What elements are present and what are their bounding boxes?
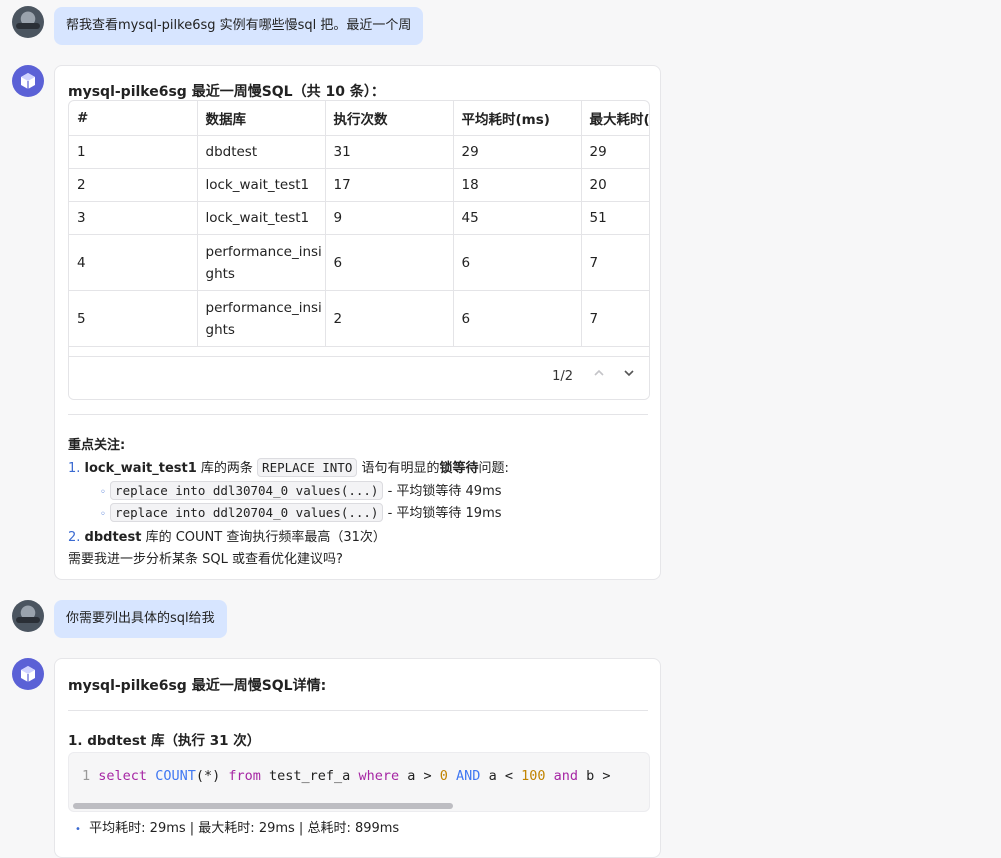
text: 库的 COUNT 查询执行频率最高（31次） (141, 530, 386, 545)
code-token: 100 (521, 768, 546, 784)
user-message: 你需要列出具体的sql给我 (54, 600, 227, 638)
table-pager: 1/2 (69, 356, 649, 399)
code-token: (*) (195, 768, 221, 784)
inline-code: REPLACE INTO (257, 458, 358, 477)
table-cell: performance_insi ghts (197, 290, 326, 347)
table-cell: 1 (69, 135, 198, 169)
col-header: 平均耗时(ms) (453, 101, 582, 136)
db-name: lock_wait_test1 (84, 461, 197, 476)
table-cell: 31 (325, 135, 454, 169)
table-cell: 6 (453, 290, 582, 347)
table-cell: 4 (69, 234, 198, 291)
bot-avatar (12, 65, 44, 97)
bot-avatar (12, 658, 44, 690)
table-row: 2 lock_wait_test1 17 18 20 (69, 168, 649, 202)
bot-message-title: mysql-pilke6sg 最近一周慢SQL（共 10 条）： (68, 84, 385, 100)
code-token: 0 (439, 768, 448, 784)
code-token: where (358, 768, 400, 784)
text: 库的两条 (196, 461, 258, 476)
inline-code: replace into ddl20704_0 values(...) (110, 503, 384, 522)
table-cell: lock_wait_test1 (197, 201, 326, 235)
code-token: COUNT (155, 768, 196, 784)
user-avatar (12, 6, 44, 38)
horizontal-scrollbar[interactable] (73, 803, 453, 809)
sub-point-1: ◦ replace into ddl30704_0 values(...) - … (100, 481, 502, 500)
focus-heading: 重点关注: (68, 438, 126, 453)
table-cell: dbdtest (197, 135, 326, 169)
divider (68, 710, 648, 711)
focus-point-1: 1. lock_wait_test1 库的两条 REPLACE INTO 语句有… (68, 457, 509, 477)
table-cell: 17 (325, 168, 454, 202)
sub-point-2: ◦ replace into ddl20704_0 values(...) - … (100, 503, 502, 522)
list-index: 1. (68, 461, 81, 476)
table-cell: 29 (581, 135, 649, 169)
cube-icon (21, 73, 35, 89)
user-avatar (12, 600, 44, 632)
sql-stats: • 平均耗时: 29ms | 最大耗时: 29ms | 总耗时: 899ms (75, 821, 400, 836)
table-cell: 5 (69, 290, 198, 347)
table-cell: 29 (453, 135, 582, 169)
table-cell: 3 (69, 201, 198, 235)
table-cell: 2 (325, 290, 454, 347)
user-message: 帮我查看mysql-pilke6sg 实例有哪些慢sql 把。最近一个周 (54, 7, 424, 45)
stats-text: 平均耗时: 29ms | 最大耗时: 29ms | 总耗时: 899ms (89, 821, 400, 836)
text: - 平均锁等待 19ms (383, 506, 502, 521)
code-line: 1 select COUNT(*) from test_ref_a where … (82, 768, 611, 784)
page-indicator: 1/2 (552, 369, 573, 384)
chevron-down-icon[interactable] (623, 367, 635, 383)
table-row: 3 lock_wait_test1 9 45 51 (69, 201, 649, 235)
sql-code-block[interactable]: 1 select COUNT(*) from test_ref_a where … (68, 752, 650, 812)
table-cell: performance_insi ghts (197, 234, 326, 291)
inline-code: replace into ddl30704_0 values(...) (110, 481, 384, 500)
bot-message-title: mysql-pilke6sg 最近一周慢SQL详情: (68, 678, 327, 694)
table-cell: 7 (581, 290, 649, 347)
focus-point-2: 2. dbdtest 库的 COUNT 查询执行频率最高（31次） (68, 526, 386, 545)
code-token: select (98, 768, 148, 784)
col-header: # (69, 101, 198, 136)
bot-message-card: mysql-pilke6sg 最近一周慢SQL（共 10 条）： # 数据库 执… (54, 65, 661, 580)
table-cell: 7 (581, 234, 649, 291)
list-index: 2. (68, 530, 81, 545)
code-token: b > (586, 768, 611, 784)
table-row: 5 performance_insi ghts 2 6 7 (69, 290, 649, 347)
db-name: dbdtest (84, 530, 142, 545)
table-cell: 18 (453, 168, 582, 202)
bot-message-card: mysql-pilke6sg 最近一周慢SQL详情: 1. dbdtest 库（… (54, 658, 661, 858)
followup-question: 需要我进一步分析某条 SQL 或查看优化建议吗? (68, 552, 343, 567)
text: 语句有明显的 (357, 461, 440, 476)
table-cell: 20 (581, 168, 649, 202)
table-cell: 51 (581, 201, 649, 235)
table-cell: 2 (69, 168, 198, 202)
code-token: and (553, 768, 579, 784)
divider (68, 414, 648, 415)
col-header: 最大耗时( (581, 101, 649, 136)
code-token: from (228, 768, 261, 784)
section-title: 1. dbdtest 库（执行 31 次） (68, 733, 261, 749)
code-token: AND (456, 768, 481, 784)
bold-text: 锁等待 (439, 461, 479, 476)
col-header: 执行次数 (325, 101, 454, 136)
table-header-row: # 数据库 执行次数 平均耗时(ms) 最大耗时( (69, 101, 649, 136)
col-header: 数据库 (197, 101, 326, 136)
code-token: a < (488, 768, 513, 784)
chevron-up-icon[interactable] (593, 367, 605, 383)
text: 问题: (478, 461, 509, 476)
text: - 平均锁等待 49ms (383, 484, 502, 499)
table-cell: 6 (453, 234, 582, 291)
code-token: test_ref_a (269, 768, 351, 784)
table-row: 1 dbdtest 31 29 29 (69, 135, 649, 169)
table-cell: 45 (453, 201, 582, 235)
table-cell: 9 (325, 201, 454, 235)
code-token: a > (407, 768, 432, 784)
cube-icon (21, 666, 35, 682)
table-cell: 6 (325, 234, 454, 291)
slow-sql-table[interactable]: # 数据库 执行次数 平均耗时(ms) 最大耗时( 1 dbdtest 31 2… (68, 100, 650, 400)
line-number: 1 (82, 768, 91, 784)
table-row: 4 performance_insi ghts 6 6 7 (69, 234, 649, 291)
table-cell: lock_wait_test1 (197, 168, 326, 202)
